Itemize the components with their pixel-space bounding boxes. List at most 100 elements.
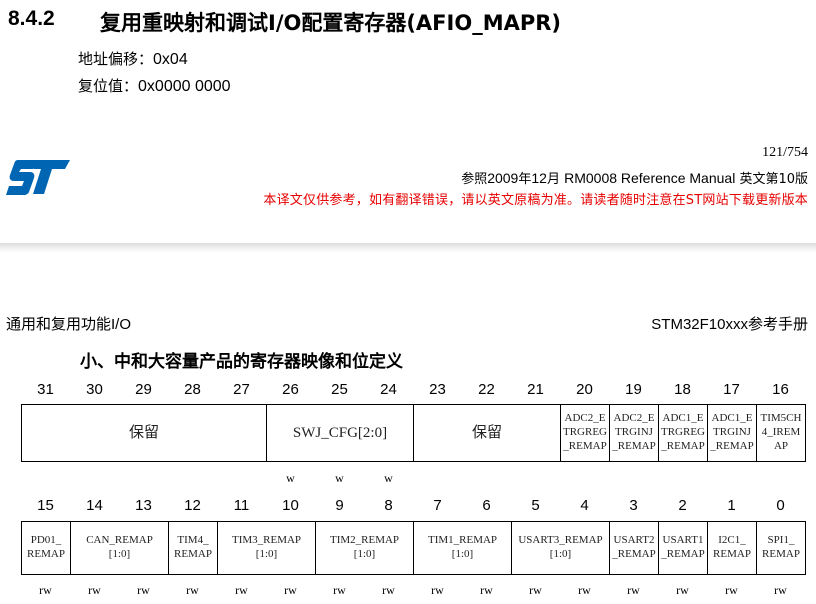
bit-number: 26	[282, 381, 299, 398]
field-label: SWJ_CFG[2:0]	[292, 424, 388, 441]
field-label: REMAP	[762, 548, 800, 560]
field-label: [1:0]	[353, 548, 376, 560]
field-label: _REMAP	[710, 439, 754, 452]
reserved-field-upper: 保留	[21, 404, 267, 462]
manual-header: STM32F10xxx参考手册	[651, 313, 808, 334]
ref-year: 2009	[487, 170, 519, 186]
adc2-etrginj-remap-field: ADC2_E TRGINJ _REMAP	[609, 404, 659, 462]
bit-number: 28	[184, 381, 201, 398]
manual-suffix: 参考手册	[747, 315, 808, 333]
swj-cfg-field: SWJ_CFG[2:0]	[266, 404, 414, 462]
ref-prefix: 参照	[461, 172, 488, 187]
access-type: rw	[284, 583, 297, 597]
field-label: REMAP	[713, 548, 751, 560]
address-offset-label: 地址偏移：	[78, 50, 154, 68]
field-label: _REMAP	[661, 439, 705, 452]
section-number: 8.4.2	[8, 7, 55, 30]
field-label: 4_IREM	[761, 426, 801, 439]
bit-number: 12	[184, 497, 201, 514]
bit-number: 0	[776, 497, 785, 514]
section-title: 复用重映射和调试I/O配置寄存器(AFIO_MAPR)	[100, 11, 562, 35]
bit-number: 8	[384, 497, 393, 514]
ref-doc: RM0008 Reference Manual	[564, 170, 736, 186]
access-type: rw	[725, 583, 738, 597]
pd01-remap-field: PD01_ REMAP	[21, 521, 71, 575]
bit-number: 4	[580, 497, 589, 514]
field-label: CAN_REMAP	[86, 534, 153, 547]
tim2-remap-field: TIM2_REMAP [1:0]	[315, 521, 414, 575]
field-label: AP	[773, 439, 789, 452]
bit-number: 18	[674, 381, 691, 398]
bit-number: 29	[135, 381, 152, 398]
spi1-remap-field: SPI1_ REMAP	[756, 521, 806, 575]
chapter-title: 通用和复用功能	[6, 315, 112, 333]
field-label: REMAP	[174, 548, 212, 560]
ref-month: 12	[531, 170, 547, 186]
reset-value-value: 0x0000 0000	[138, 78, 231, 95]
usart1-remap-field: USART1 _REMAP	[658, 521, 708, 575]
field-label: [1:0]	[549, 548, 572, 560]
adc1-etrgreg-remap-field: ADC1_E TRGREG _REMAP	[658, 404, 708, 462]
field-label: USART1	[662, 534, 704, 547]
bit-number: 1	[727, 497, 736, 514]
tim5ch4-iremap-field: TIM5CH 4_IREM AP	[756, 404, 806, 462]
field-label: I2C1_	[718, 534, 746, 547]
bit-number: 11	[233, 497, 250, 514]
field-label: _REMAP	[563, 439, 607, 452]
bit-number: 13	[135, 497, 152, 514]
access-type: w	[286, 471, 295, 485]
page-separator	[0, 243, 816, 253]
bit-number: 16	[772, 381, 789, 398]
bit-number: 5	[531, 497, 540, 514]
field-label: TIM1_REMAP	[427, 534, 498, 547]
field-label: [1:0]	[451, 548, 474, 560]
access-type: rw	[676, 583, 689, 597]
access-type: rw	[235, 583, 248, 597]
field-label: _REMAP	[612, 439, 656, 452]
access-type: rw	[774, 583, 787, 597]
i2c1-remap-field: I2C1_ REMAP	[707, 521, 757, 575]
table-caption: 小、中和大容量产品的寄存器映像和位定义	[80, 352, 403, 372]
bit-number: 19	[625, 381, 642, 398]
access-type: w	[384, 471, 393, 485]
bit-number: 31	[37, 381, 54, 398]
ref-month-unit: 月	[546, 172, 565, 187]
access-type: rw	[578, 583, 591, 597]
reset-value-label: 复位值：	[78, 77, 139, 95]
field-label: USART3_REMAP	[518, 534, 603, 547]
tim4-remap-field: TIM4_ REMAP	[168, 521, 218, 575]
field-label: TIM4_	[177, 534, 209, 547]
bit-number: 10	[282, 497, 299, 514]
translation-notice: 本译文仅供参考，如有翻译错误，请以英文原稿为准。请读者随时注意在ST网站下载更新…	[263, 193, 808, 208]
field-label: TIM2_REMAP	[329, 534, 400, 547]
adc1-etrginj-remap-field: ADC1_E TRGINJ _REMAP	[707, 404, 757, 462]
field-label: TIM3_REMAP	[231, 534, 302, 547]
bit-number: 2	[678, 497, 687, 514]
reference-line: 参照2009年12月 RM0008 Reference Manual 英文第10…	[461, 168, 808, 187]
chapter-title-suffix: I/O	[111, 316, 132, 333]
access-type: rw	[39, 583, 52, 597]
access-type: rw	[431, 583, 444, 597]
reset-value: 复位值：0x0000 0000	[78, 75, 231, 96]
access-type: rw	[627, 583, 640, 597]
bit-number: 23	[429, 381, 446, 398]
field-label: TRGINJ	[615, 426, 653, 439]
ref-suffix: 英文第10版	[735, 172, 808, 187]
bit-number: 21	[527, 381, 544, 398]
chapter-header: 通用和复用功能I/O	[6, 313, 131, 334]
access-type: rw	[333, 583, 346, 597]
bit-number: 22	[478, 381, 495, 398]
access-type: rw	[186, 583, 199, 597]
adc2-etrgreg-remap-field: ADC2_E TRGREG _REMAP	[560, 404, 610, 462]
field-label: 保留	[471, 424, 502, 441]
access-type: rw	[88, 583, 101, 597]
bit-number: 15	[37, 497, 54, 514]
bit-number: 30	[86, 381, 103, 398]
bit-number: 6	[482, 497, 491, 514]
bit-number: 20	[576, 381, 593, 398]
access-type: w	[335, 471, 344, 485]
field-label: ADC2_E	[613, 412, 655, 425]
usart3-remap-field: USART3_REMAP [1:0]	[511, 521, 610, 575]
field-label: ADC1_E	[662, 412, 704, 425]
tim1-remap-field: TIM1_REMAP [1:0]	[413, 521, 512, 575]
